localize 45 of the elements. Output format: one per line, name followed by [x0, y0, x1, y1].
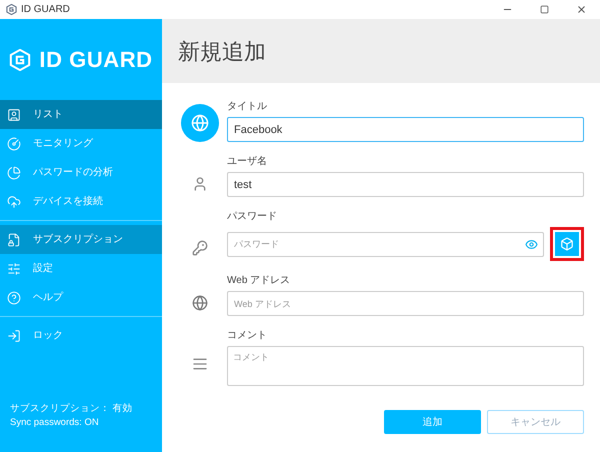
input-field[interactable]: Web アドレス	[227, 291, 584, 316]
user-icon	[192, 176, 208, 192]
eye-icon[interactable]	[525, 238, 538, 250]
nav-item[interactable]: モニタリング	[0, 129, 162, 158]
globe-icon	[192, 295, 208, 311]
field-label: ユーザ名	[227, 155, 268, 169]
globe-icon	[180, 104, 218, 142]
nav-item[interactable]: ロック	[0, 321, 162, 350]
maximize-icon	[540, 5, 549, 14]
app-logo-icon	[6, 4, 17, 15]
gauge-icon	[7, 136, 21, 150]
cube-icon	[560, 237, 574, 251]
nav-item[interactable]: サブスクリプション	[0, 225, 162, 254]
page-title: 新規追加	[178, 38, 266, 66]
logo-icon	[9, 48, 32, 70]
close-icon	[576, 4, 587, 15]
field-label: コメント	[227, 329, 268, 343]
comment-field[interactable]: コメント	[227, 346, 584, 386]
nav-item[interactable]: ヘルプ	[0, 283, 162, 312]
nav-item[interactable]: 設定	[0, 254, 162, 283]
generate-password-button[interactable]	[555, 232, 579, 256]
sliders-icon	[7, 262, 21, 276]
exit-icon	[7, 328, 21, 342]
pie-chart-icon	[7, 166, 21, 180]
cancel-button[interactable]: キャンセル	[487, 410, 584, 434]
text-lines-icon	[192, 356, 208, 372]
field-label: タイトル	[227, 100, 268, 114]
input-field[interactable]: test	[227, 172, 584, 197]
document-lock-icon	[7, 232, 21, 246]
logo-text: ID GUARD	[39, 46, 153, 74]
add-button[interactable]: 追加	[384, 410, 481, 434]
field-label: パスワード	[227, 210, 278, 224]
nav-item[interactable]: デバイスを接続	[0, 187, 162, 216]
password-field[interactable]: パスワード	[227, 232, 544, 256]
status-text: Sync passwords: ON	[10, 416, 100, 430]
input-field[interactable]: Facebook	[227, 117, 584, 142]
status-text: サブスクリプション： 有効	[10, 402, 134, 416]
field-label: Web アドレス	[227, 274, 292, 288]
nav-item[interactable]: パスワードの分析	[0, 158, 162, 187]
nav-item[interactable]: リスト	[0, 100, 162, 129]
window-title: ID GUARD	[21, 3, 70, 17]
help-icon	[7, 290, 21, 304]
id-card-icon	[7, 108, 21, 122]
cloud-upload-icon	[7, 194, 21, 208]
key-icon	[192, 240, 208, 256]
